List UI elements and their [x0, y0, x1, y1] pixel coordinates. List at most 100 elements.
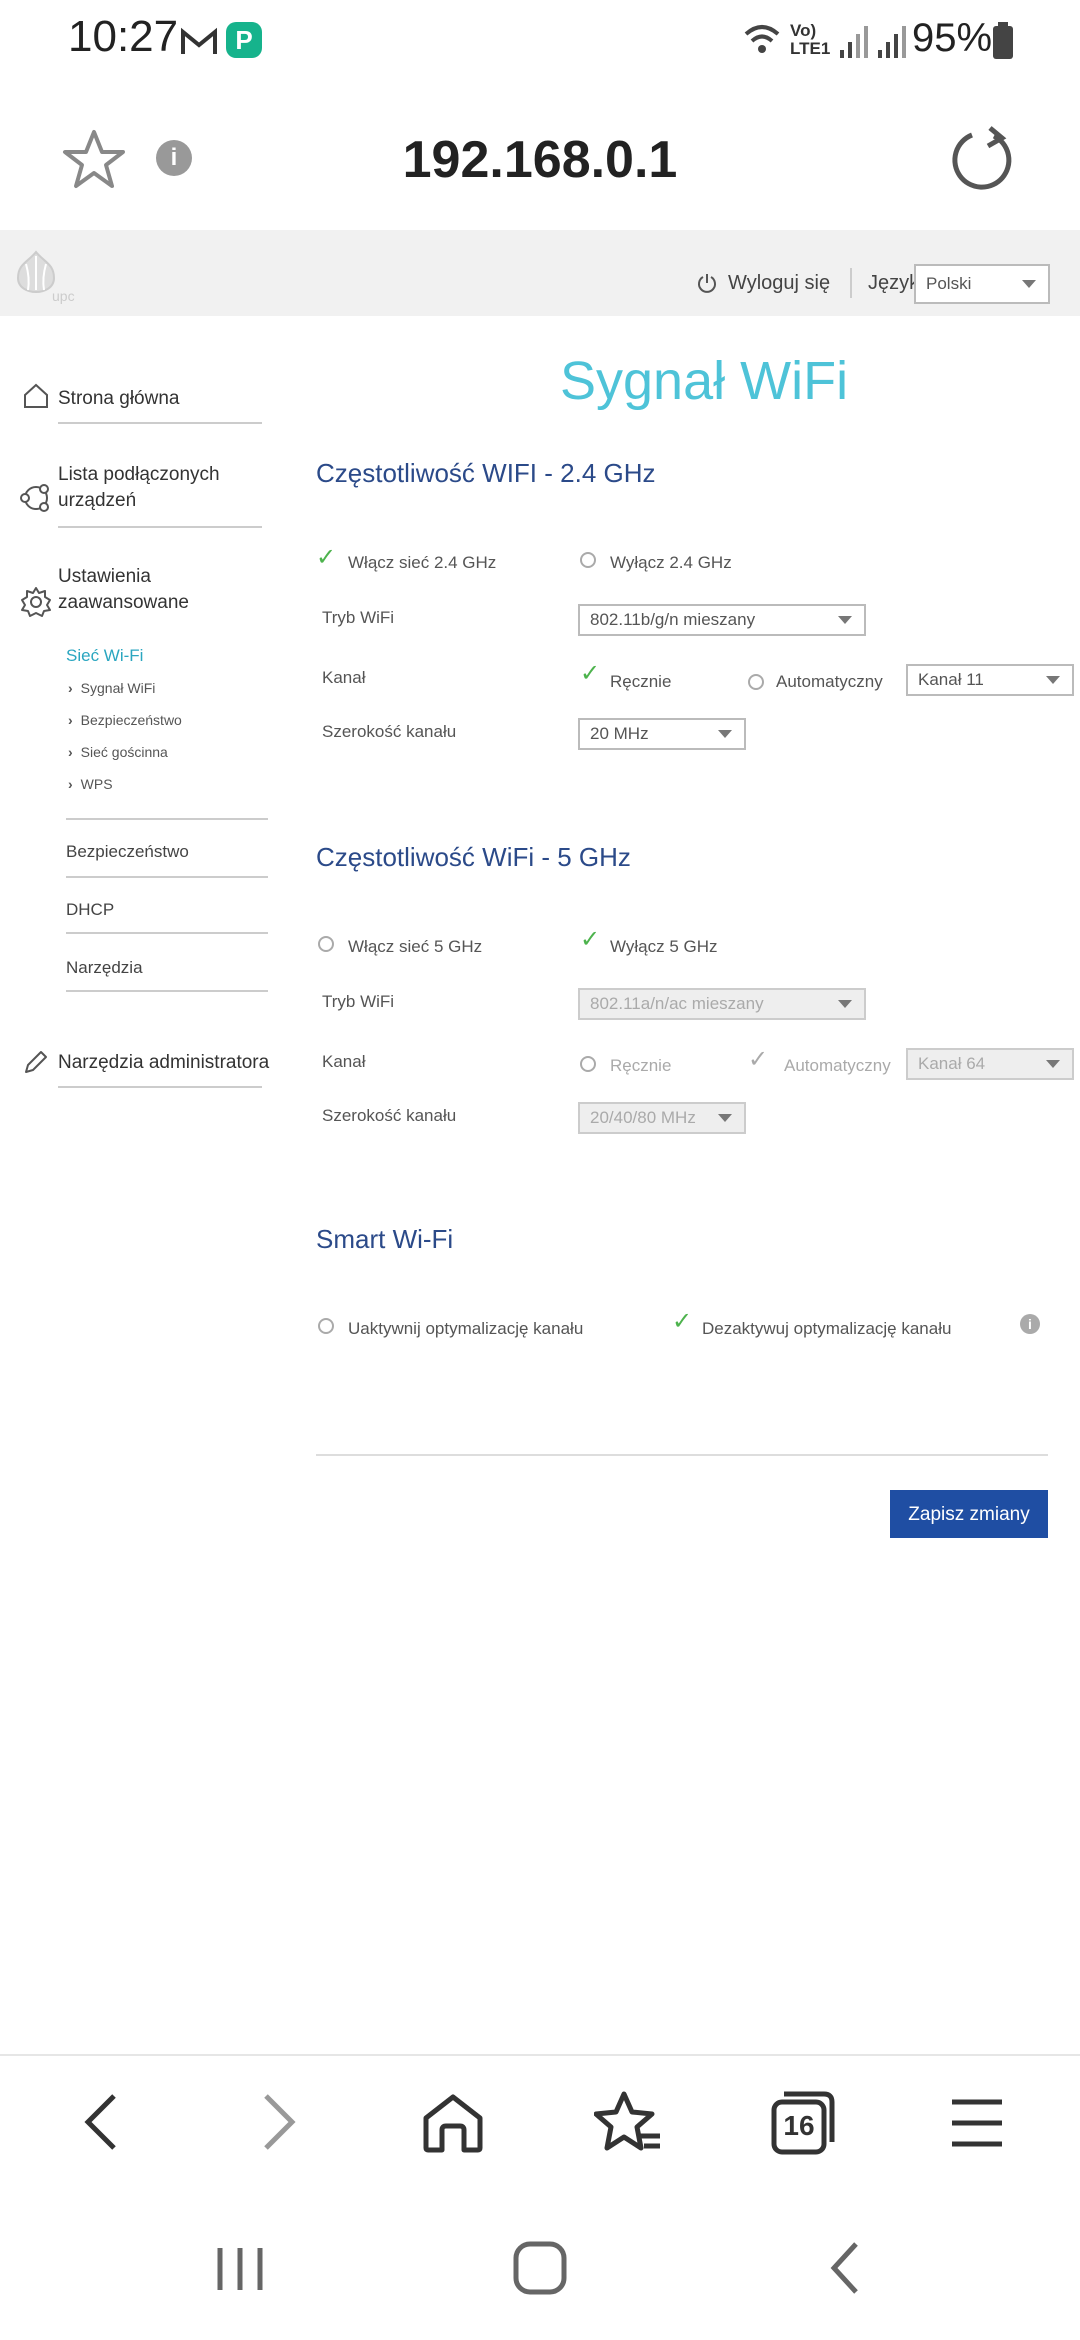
deactivate-optimization-radio-checked[interactable]: ✓ [672, 1310, 692, 1334]
bookmarks-icon[interactable] [594, 2090, 664, 2156]
sidebar-divider [66, 932, 268, 934]
sidebar-item-security[interactable]: Bezpieczeństwo [66, 842, 189, 862]
save-button[interactable]: Zapisz zmiany [890, 1490, 1048, 1538]
pencil-icon [25, 1051, 47, 1073]
channel-5-auto-label: Automatyczny [784, 1056, 891, 1075]
enable-24ghz-label: Włącz sieć 2.4 GHz [348, 553, 497, 572]
channel-24-label: Kanał [322, 668, 366, 687]
home-icon[interactable] [420, 2092, 486, 2154]
browser-toolbar [0, 2054, 1080, 2196]
back-icon[interactable] [78, 2090, 122, 2154]
connected-devices-icon [20, 484, 49, 512]
sidebar-subitem-label: Bezpieczeństwo [80, 712, 182, 728]
channel-5-label: Kanał [322, 1052, 366, 1071]
url-field[interactable]: 192.168.0.1 [0, 130, 1080, 190]
sidebar-divider [58, 422, 262, 424]
width-24-value: 20 MHz [590, 724, 649, 743]
sidebar-item-advanced-line2: zaawansowane [58, 592, 189, 613]
gmail-icon [181, 27, 217, 54]
recent-apps-icon[interactable] [212, 2244, 268, 2294]
wifi-mode-5-value: 802.11a/n/ac mieszany [590, 994, 764, 1013]
channel-5-manual-label: Ręcznie [610, 1056, 672, 1075]
content-divider [316, 1454, 1048, 1456]
wifi-icon [744, 25, 780, 53]
sidebar-subitem-wifi-signal[interactable]: › Sygnał WiFi [68, 680, 155, 696]
channel-24-auto-radio[interactable] [748, 674, 764, 690]
forward-icon[interactable] [258, 2090, 302, 2154]
disable-24ghz-radio[interactable] [580, 552, 596, 568]
sidebar-divider [66, 818, 268, 820]
channel-5-auto-radio-checked: ✓ [748, 1046, 769, 1073]
channel-24-select[interactable]: Kanał 11 [906, 664, 1074, 696]
channel-5-manual-radio [580, 1056, 596, 1072]
wifi-mode-24-value: 802.11b/g/n mieszany [590, 610, 756, 629]
sidebar-subitem-guest-network[interactable]: › Sieć gościnna [68, 744, 168, 760]
disable-24ghz-label: Wyłącz 2.4 GHz [610, 553, 732, 572]
width-24-select[interactable]: 20 MHz [578, 718, 746, 750]
wifi-mode-5-select: 802.11a/n/ac mieszany [578, 988, 866, 1020]
width-5-value: 20/40/80 MHz [590, 1108, 696, 1127]
section-title-24ghz: Częstotliwość WIFI - 2.4 GHz [316, 458, 656, 488]
sidebar-item-advanced-line1: Ustawienia [58, 566, 151, 587]
page-title: Sygnał WiFi [560, 351, 849, 411]
wifi-mode-5-label: Tryb WiFi [322, 992, 395, 1011]
chevron-right-icon: › [68, 744, 73, 760]
sidebar-subitem-wps[interactable]: › WPS [68, 776, 113, 792]
sidebar-item-tools[interactable]: Narzędzia [66, 958, 143, 978]
sidebar-subitem-label: WPS [80, 776, 113, 792]
chevron-right-icon: › [68, 680, 73, 696]
sidebar-item-dhcp[interactable]: DHCP [66, 900, 114, 920]
language-select-value: Polski [926, 274, 972, 293]
gear-icon [21, 587, 51, 617]
channel-24-manual-label: Ręcznie [610, 672, 672, 691]
sidebar-divider [66, 990, 268, 992]
menu-icon[interactable] [950, 2094, 1004, 2152]
sidebar-divider [66, 876, 268, 878]
system-home-icon[interactable] [512, 2240, 568, 2296]
activate-optimization-radio[interactable] [318, 1318, 334, 1334]
chevron-right-icon: › [68, 712, 73, 728]
wifi-mode-24-select[interactable]: 802.11b/g/n mieszany [578, 604, 866, 636]
tab-count: 16 [783, 2110, 815, 2141]
channel-24-manual-radio-checked[interactable]: ✓ [580, 662, 600, 686]
width-24-label: Szerokość kanału [322, 722, 457, 741]
enable-5ghz-radio[interactable] [318, 936, 334, 952]
channel-24-value: Kanał 11 [918, 670, 984, 689]
power-icon[interactable] [696, 272, 718, 294]
battery-icon [993, 22, 1013, 59]
language-select[interactable]: Polski [914, 264, 1050, 304]
disable-5ghz-label: Wyłącz 5 GHz [610, 937, 718, 956]
home-icon [24, 383, 48, 408]
sidebar-item-admin-tools[interactable]: Narzędzia administratora [58, 1050, 269, 1076]
sidebar-item-devices-line1: Lista podłączonych [58, 464, 220, 485]
width-5-select: 20/40/80 MHz [578, 1102, 746, 1134]
logout-link[interactable]: Wyloguj się [728, 272, 830, 295]
sidebar-item-advanced[interactable]: Ustawienia zaawansowane [58, 564, 189, 616]
deactivate-optimization-label: Dezaktywuj optymalizację kanału [702, 1319, 952, 1338]
section-title-5ghz: Częstotliwość WiFi - 5 GHz [316, 842, 631, 872]
sidebar-item-devices[interactable]: Lista podłączonych urządzeń [58, 462, 220, 514]
header-divider [850, 268, 852, 298]
system-back-icon[interactable] [826, 2240, 862, 2296]
status-time: 10:27 [68, 12, 179, 61]
sidebar-subitem-security[interactable]: › Bezpieczeństwo [68, 712, 182, 728]
width-5-label: Szerokość kanału [322, 1106, 457, 1125]
enable-24ghz-radio-checked[interactable]: ✓ [316, 546, 336, 570]
sidebar-divider [58, 526, 262, 528]
chevron-right-icon: › [68, 776, 73, 792]
upc-logo-text: upc [52, 288, 75, 304]
language-label: Język [868, 272, 920, 294]
disable-5ghz-radio-checked[interactable]: ✓ [580, 928, 600, 952]
status-bar: 10:27 P Vo) LTE1 95% [0, 0, 1080, 90]
info-icon[interactable]: i [1020, 1314, 1040, 1334]
network-type: Vo) LTE1 [790, 21, 831, 58]
sidebar-item-devices-line2: urządzeń [58, 490, 137, 511]
sidebar-item-home[interactable]: Strona główna [58, 386, 179, 412]
reload-icon[interactable] [950, 124, 1020, 194]
channel-5-select: Kanał 64 [906, 1048, 1074, 1080]
sidebar-item-wifi-network[interactable]: Sieć Wi-Fi [66, 646, 143, 666]
battery-level: 95% [912, 16, 993, 60]
section-title-smart-wifi: Smart Wi-Fi [316, 1224, 454, 1254]
app-notification-icon: P [226, 22, 262, 58]
channel-24-auto-label: Automatyczny [776, 672, 883, 691]
